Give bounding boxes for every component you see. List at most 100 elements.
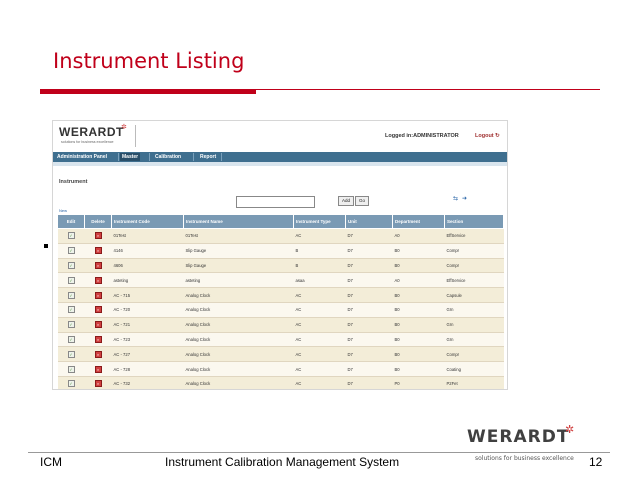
delete-icon[interactable]: × [94, 261, 102, 269]
column-header-unit[interactable]: Unit [345, 214, 393, 229]
cell-instrument-type: asaa [293, 272, 346, 289]
cell-unit: D7 [345, 258, 393, 274]
cell-instrument-code: AC - 720 [111, 302, 184, 318]
add-button[interactable]: Add [338, 196, 354, 206]
cell-department: B0 [392, 317, 445, 333]
cell-instrument-name: Slip Gauge [183, 258, 294, 274]
page-number: 12 [589, 455, 603, 469]
delete-icon[interactable]: × [94, 350, 102, 358]
app-header: WERARDT ✲ solutions for business excelle… [53, 121, 507, 151]
main-menu: Administration Panel Master Calibration … [53, 152, 507, 162]
cell-instrument-code: AC - 715 [111, 287, 184, 303]
edit-checkbox-icon[interactable]: ✓ [67, 291, 75, 299]
edit-checkbox-icon[interactable]: ✓ [67, 247, 75, 255]
table-row: ✓ × 4146 Slip Gauge B D7 B0 Compr [57, 243, 504, 259]
table-row: ✓ × 4606 Slip Gauge B D7 B0 Compr [57, 258, 504, 274]
cell-unit: D7 [345, 361, 393, 377]
cell-instrument-type: AC [293, 346, 346, 363]
cell-section: Compr [444, 346, 504, 363]
cell-instrument-name: Analog Clock [183, 346, 294, 363]
app-logo-tagline: solutions for business excellence [61, 140, 114, 144]
cell-section: Capsule [444, 287, 504, 303]
menu-report[interactable]: Report [198, 153, 218, 161]
cell-department: A0 [392, 272, 445, 289]
logout-icon: ↻ [495, 133, 500, 139]
column-header-instrument-name[interactable]: Instrument Name [183, 214, 294, 229]
cell-department: B0 [392, 302, 445, 318]
cell-section: EffService [444, 228, 504, 244]
column-header-department[interactable]: Department [392, 214, 445, 229]
cell-instrument-name: Analog Clock [183, 302, 294, 318]
cell-unit: D7 [345, 332, 393, 348]
section-title: Instrument [59, 179, 88, 185]
menu-divider [118, 153, 119, 161]
menu-calibration[interactable]: Calibration [153, 153, 183, 161]
edit-checkbox-icon[interactable]: ✓ [67, 276, 75, 284]
cell-department: B0 [392, 258, 445, 274]
cell-instrument-type: AC [293, 302, 346, 318]
delete-icon[interactable]: × [94, 291, 102, 299]
cell-instrument-type: B [293, 243, 346, 259]
brand-tagline: solutions for business excellence [475, 455, 574, 462]
column-header-edit[interactable]: Edit [57, 214, 85, 229]
menu-administration-panel[interactable]: Administration Panel [55, 153, 109, 161]
column-header-section[interactable]: Section [444, 214, 504, 229]
cell-section: P2Fet [444, 376, 504, 389]
cell-department: A0 [392, 228, 445, 244]
cell-instrument-code: AC - 723 [111, 332, 184, 348]
cell-section: EffService [444, 272, 504, 289]
download-icon[interactable]: ➜ [462, 195, 467, 202]
cell-section: Compr [444, 258, 504, 274]
delete-icon[interactable]: × [94, 306, 102, 314]
logout-label: Logout [475, 133, 494, 139]
column-header-instrument-type[interactable]: Instrument Type [293, 214, 346, 229]
edit-checkbox-icon[interactable]: ✓ [67, 365, 75, 373]
table-row: ✓ × AC - 715 Analog Clock AC D7 B0 Capsule [57, 287, 504, 303]
delete-icon[interactable]: × [94, 321, 102, 329]
edit-checkbox-icon[interactable]: ✓ [67, 335, 75, 343]
edit-checkbox-icon[interactable]: ✓ [67, 321, 75, 329]
cell-instrument-type: AC [293, 317, 346, 333]
edit-checkbox-icon[interactable]: ✓ [67, 261, 75, 269]
bullet-marker [44, 244, 48, 248]
menu-master[interactable]: Master [120, 153, 141, 161]
search-input[interactable] [236, 196, 315, 208]
delete-icon[interactable]: × [94, 380, 102, 388]
cell-instrument-type: B [293, 258, 346, 274]
logout-link[interactable]: Logout ↻ [475, 133, 500, 139]
cell-section: Grn [444, 332, 504, 348]
logo-gear-icon: ✲ [121, 124, 127, 131]
logged-in-user: Logged in:ADMINISTRATOR [385, 133, 459, 139]
new-link[interactable]: New [59, 208, 67, 213]
cell-unit: D7 [345, 346, 393, 363]
cell-instrument-name: Analog Clock [183, 317, 294, 333]
edit-checkbox-icon[interactable]: ✓ [67, 232, 75, 240]
cell-instrument-code: 01Test [111, 228, 184, 244]
cell-department: P0 [392, 376, 445, 389]
column-header-delete[interactable]: Delete [84, 214, 112, 229]
delete-icon[interactable]: × [94, 247, 102, 255]
header-divider [135, 125, 136, 147]
column-header-instrument-code[interactable]: Instrument Code [111, 214, 184, 229]
edit-checkbox-icon[interactable]: ✓ [67, 306, 75, 314]
export-icon[interactable]: ⇆ [453, 195, 458, 202]
edit-checkbox-icon[interactable]: ✓ [67, 350, 75, 358]
delete-icon[interactable]: × [94, 365, 102, 373]
go-button[interactable]: Go [355, 196, 369, 206]
cell-department: B0 [392, 361, 445, 377]
cell-department: B0 [392, 332, 445, 348]
table-row: ✓ × AC - 723 Analog Clock AC D7 B0 Grn [57, 332, 504, 348]
table-row: ✓ × AC - 728 Analog Clock AC D7 B0 Coating [57, 361, 504, 377]
cell-instrument-name: 01Test [183, 228, 294, 244]
cell-instrument-type: AC [293, 332, 346, 348]
cell-unit: D7 [345, 243, 393, 259]
cell-instrument-code: AC - 727 [111, 346, 184, 363]
delete-icon[interactable]: × [94, 276, 102, 284]
table-header-row: Edit Delete Instrument Code Instrument N… [57, 214, 504, 229]
cell-instrument-name: Analog Clock [183, 376, 294, 389]
edit-checkbox-icon[interactable]: ✓ [67, 380, 75, 388]
cell-instrument-code: AC - 728 [111, 361, 184, 377]
cell-unit: D7 [345, 317, 393, 333]
delete-icon[interactable]: × [94, 232, 102, 240]
delete-icon[interactable]: × [94, 335, 102, 343]
